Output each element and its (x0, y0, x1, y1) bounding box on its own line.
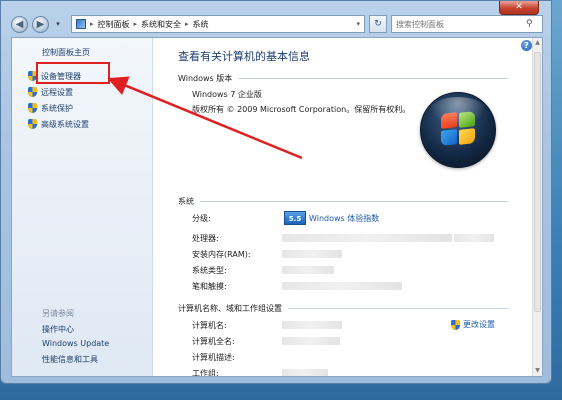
computer-name-section-heading: 计算机名称、域和工作组设置 (178, 303, 508, 314)
breadcrumb-separator[interactable]: ▸ (90, 20, 94, 28)
full-name-redacted (282, 337, 340, 345)
processor-value-redacted (282, 234, 452, 242)
description-label: 计算机描述: (192, 353, 235, 362)
system-section-heading: 系统 (178, 196, 508, 207)
shield-icon (28, 119, 37, 129)
pen-touch-value-redacted (282, 282, 402, 290)
see-also-action-center[interactable]: 操作中心 (42, 324, 109, 339)
sidebar-item-label: 高级系统设置 (41, 119, 89, 129)
sidebar-home-link[interactable]: 控制面板主页 (42, 47, 90, 58)
see-also-heading: 另请参阅 (42, 309, 74, 318)
address-bar[interactable]: ▸ 控制面板 ▸ 系统和安全 ▸ 系统 ▾ (71, 15, 365, 33)
shield-icon (28, 87, 37, 97)
forward-button[interactable]: ▶ (32, 15, 49, 33)
change-settings-label: 更改设置 (463, 320, 495, 329)
breadcrumb-system[interactable]: 系统 (193, 19, 209, 30)
rating-label: 分级: (192, 214, 211, 223)
sidebar: 控制面板主页 设备管理器 远程设置 系统保护 高级系统设置 另请参阅 操作中心 … (12, 38, 153, 376)
page-title: 查看有关计算机的基本信息 (178, 50, 310, 63)
vertical-scrollbar[interactable]: ▲ ▼ (532, 38, 542, 376)
sidebar-item-label: 系统保护 (41, 103, 73, 113)
edition-section-heading: Windows 版本 (178, 73, 508, 84)
back-button[interactable]: ◀ (11, 15, 28, 33)
windows-logo (420, 92, 496, 168)
search-icon[interactable]: ⚲ (526, 19, 533, 29)
breadcrumb-control-panel[interactable]: 控制面板 (98, 19, 130, 30)
recent-pages-dropdown[interactable]: ▾ (53, 19, 63, 29)
scroll-thumb[interactable] (534, 52, 541, 312)
main-panel: ? 查看有关计算机的基本信息 Windows 版本 Windows 7 企业版 … (154, 38, 542, 376)
experience-index-link[interactable]: Windows 体验指数 (309, 213, 379, 224)
see-also-list: 操作中心 Windows Update 性能信息和工具 (42, 324, 109, 369)
pen-touch-label: 笔和触摸: (192, 282, 227, 291)
content-area: 控制面板主页 设备管理器 远程设置 系统保护 高级系统设置 另请参阅 操作中心 … (11, 37, 543, 377)
search-input[interactable] (396, 19, 526, 29)
ram-label: 安装内存(RAM): (192, 250, 251, 259)
workgroup-label: 工作组: (192, 369, 219, 377)
annotation-highlight-box (36, 62, 110, 84)
sidebar-item-advanced-settings[interactable]: 高级系统设置 (28, 116, 89, 132)
processor-value-redacted (454, 234, 494, 242)
search-box[interactable]: ⚲ (391, 15, 543, 33)
refresh-button[interactable]: ↻ (369, 15, 387, 33)
computer-name-label: 计算机名: (192, 321, 227, 330)
system-type-value-redacted (282, 266, 334, 274)
section-label: Windows 版本 (178, 74, 233, 83)
section-label: 计算机名称、域和工作组设置 (178, 304, 282, 313)
sidebar-item-remote-settings[interactable]: 远程设置 (28, 84, 89, 100)
sidebar-item-system-protection[interactable]: 系统保护 (28, 100, 89, 116)
section-label: 系统 (178, 197, 194, 206)
sidebar-item-label: 远程设置 (41, 87, 73, 97)
computer-name-redacted (282, 321, 342, 329)
processor-label: 处理器: (192, 234, 219, 243)
see-also-windows-update[interactable]: Windows Update (42, 339, 109, 354)
windows-edition: Windows 7 企业版 (192, 90, 262, 99)
help-icon[interactable]: ? (521, 40, 532, 51)
system-type-label: 系统类型: (192, 266, 227, 275)
breadcrumb-separator[interactable]: ▸ (134, 20, 138, 28)
breadcrumb-separator[interactable]: ▸ (185, 20, 189, 28)
shield-icon (451, 319, 460, 330)
navigation-bar: ◀ ▶ ▾ ▸ 控制面板 ▸ 系统和安全 ▸ 系统 ▾ ↻ ⚲ (11, 13, 543, 35)
experience-index[interactable]: 5.5 Windows 体验指数 (284, 211, 379, 225)
breadcrumb-system-security[interactable]: 系统和安全 (141, 19, 181, 30)
scroll-down-icon[interactable]: ▼ (533, 366, 542, 376)
address-dropdown-icon[interactable]: ▾ (356, 20, 360, 28)
see-also-performance-tools[interactable]: 性能信息和工具 (42, 354, 109, 369)
shield-icon (28, 103, 37, 113)
ram-value-redacted (282, 250, 342, 258)
change-settings-link[interactable]: 更改设置 (451, 319, 495, 330)
scroll-up-icon[interactable]: ▲ (533, 38, 542, 48)
copyright-text: 版权所有 © 2009 Microsoft Corporation。保留所有权利… (192, 105, 411, 114)
rating-score-badge: 5.5 (284, 211, 306, 225)
workgroup-redacted (282, 369, 328, 376)
full-name-label: 计算机全名: (192, 337, 235, 346)
control-panel-icon (76, 19, 86, 29)
control-panel-window: ✕ ◀ ▶ ▾ ▸ 控制面板 ▸ 系统和安全 ▸ 系统 ▾ ↻ ⚲ 控制面板主页 (0, 0, 552, 384)
